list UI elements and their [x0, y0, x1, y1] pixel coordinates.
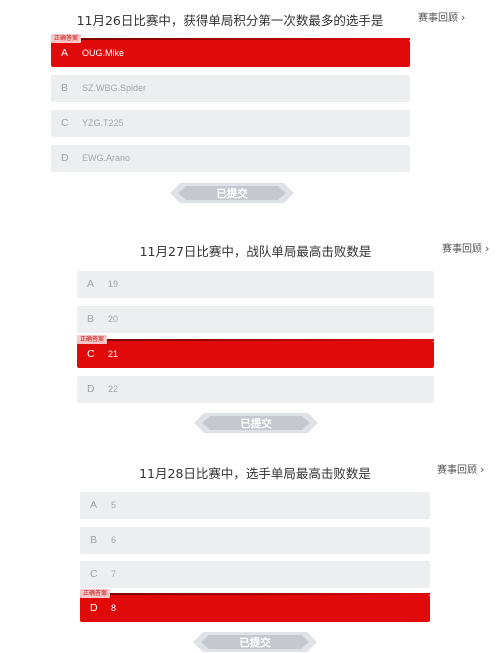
option-text: 5 [111, 500, 117, 510]
review-label: 赛事回顾 [442, 244, 482, 255]
option-letter: C [61, 117, 69, 129]
option-letter: D [90, 602, 98, 614]
option-text: 19 [108, 279, 119, 289]
option-letter: A [90, 499, 98, 511]
option-b[interactable]: B 20 [77, 306, 434, 333]
question-title: 11月27日比赛中，战队单局最高击败数是 [139, 244, 372, 259]
option-text: 21 [108, 349, 119, 359]
option-a[interactable]: A 5 [80, 492, 430, 519]
option-letter: B [90, 534, 98, 546]
option-a[interactable]: A 19 [77, 271, 434, 298]
option-letter: C [90, 568, 98, 580]
review-link[interactable]: 赛事回顾 › [437, 461, 484, 476]
correct-answer-tag: 正确答案 [77, 335, 108, 344]
correct-answer-stripe [107, 339, 434, 341]
option-text: YZG.T225 [82, 118, 124, 128]
submitted-label: 已提交 [240, 418, 272, 430]
review-link[interactable]: 赛事回顾 › [442, 240, 489, 255]
option-text: OUG.Mike [82, 48, 125, 58]
option-text: 7 [111, 569, 117, 579]
chevron-right-icon: › [485, 242, 490, 255]
correct-answer-stripe [110, 593, 430, 595]
option-letter: D [61, 152, 69, 164]
option-d[interactable]: 正确答案 D 8 [80, 589, 430, 622]
option-c[interactable]: 正确答案 C 21 [77, 335, 434, 368]
submitted-button[interactable]: 已提交 [194, 412, 318, 434]
option-a[interactable]: 正确答案 A OUG.Mike [51, 34, 410, 67]
option-text: 20 [108, 314, 119, 324]
correct-answer-stripe [81, 38, 410, 40]
submitted-button[interactable]: 已提交 [170, 182, 294, 204]
submitted-label: 已提交 [216, 188, 248, 200]
option-c[interactable]: C YZG.T225 [51, 110, 410, 137]
submitted-label: 已提交 [239, 637, 271, 649]
correct-answer-tag: 正确答案 [80, 589, 111, 598]
option-text: SZ.WBG.Spider [82, 83, 147, 93]
question-title: 11月26日比赛中，获得单局积分第一次数最多的选手是 [76, 13, 384, 28]
quiz-3: 11月28日比赛中，选手单局最高击败数是 赛事回顾 › A 5 B 6 C 7 正… [0, 455, 500, 653]
review-label: 赛事回顾 [418, 13, 458, 24]
question-title: 11月28日比赛中，选手单局最高击败数是 [139, 466, 371, 481]
option-text: 6 [111, 535, 117, 545]
submitted-button[interactable]: 已提交 [193, 631, 317, 653]
option-letter: B [61, 82, 69, 94]
option-letter: A [87, 278, 95, 290]
option-letter: D [87, 383, 95, 395]
chevron-right-icon: › [480, 463, 485, 476]
quiz-1: 11月26日比赛中，获得单局积分第一次数最多的选手是 赛事回顾 › 正确答案 A … [0, 0, 500, 215]
option-letter: A [61, 47, 69, 59]
option-text: 8 [111, 603, 117, 613]
review-label: 赛事回顾 [437, 465, 477, 476]
quiz-2: 11月27日比赛中，战队单局最高击败数是 赛事回顾 › A 19 B 20 正确答… [0, 235, 500, 440]
option-letter: C [87, 348, 95, 360]
option-text: 22 [108, 384, 119, 394]
option-text: EWG.Arano [82, 153, 131, 163]
option-d[interactable]: D EWG.Arano [51, 145, 410, 172]
review-link[interactable]: 赛事回顾 › [418, 9, 465, 24]
chevron-right-icon: › [461, 11, 466, 24]
correct-answer-tag: 正确答案 [51, 34, 82, 43]
option-b[interactable]: B SZ.WBG.Spider [51, 75, 410, 102]
option-letter: B [87, 313, 95, 325]
option-b[interactable]: B 6 [80, 527, 430, 554]
option-d[interactable]: D 22 [77, 376, 434, 403]
option-c[interactable]: C 7 [80, 561, 430, 588]
